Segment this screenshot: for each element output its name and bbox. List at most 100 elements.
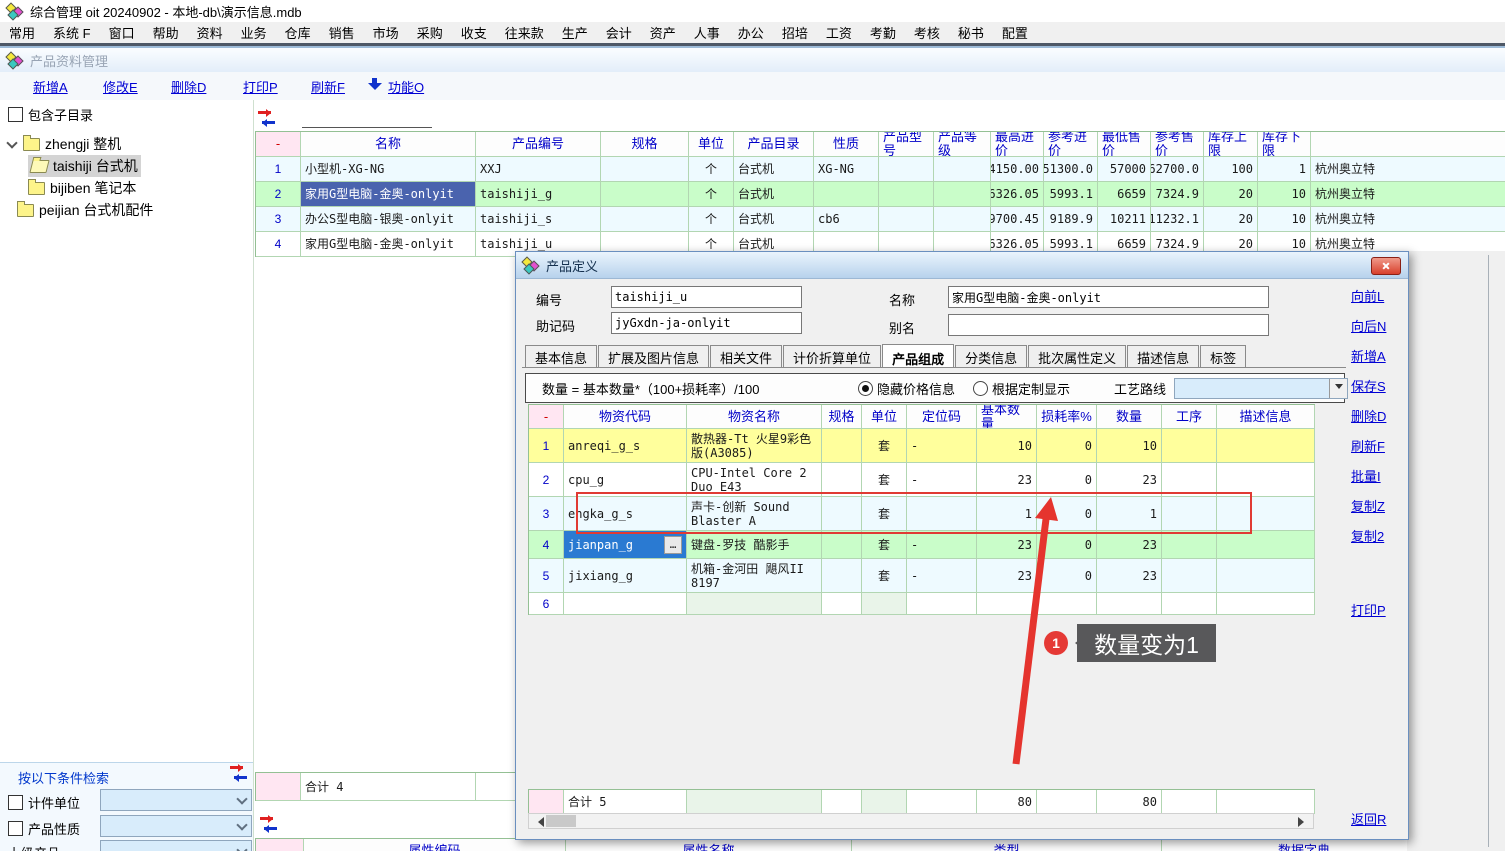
quick-search-input[interactable] bbox=[302, 110, 432, 128]
grid-cell[interactable] bbox=[601, 182, 689, 207]
tree-item-bijiben[interactable]: bijiben 笔记本 bbox=[28, 177, 251, 199]
horizontal-scrollbar[interactable] bbox=[528, 813, 1314, 829]
grid-cell[interactable]: 套 bbox=[862, 463, 907, 497]
dialog-tab[interactable]: 基本信息 bbox=[525, 345, 597, 367]
grid-cell[interactable]: 声卡-创新 Sound Blaster A bbox=[687, 497, 822, 531]
dialog-tab[interactable]: 描述信息 bbox=[1127, 345, 1199, 367]
grid-cell[interactable] bbox=[529, 790, 564, 814]
grid-cell[interactable]: 23 bbox=[977, 463, 1037, 497]
combo-dropdown-button[interactable] bbox=[1329, 379, 1347, 398]
code-field[interactable] bbox=[611, 286, 802, 308]
grid-cell[interactable]: jianpan_g… bbox=[564, 531, 687, 559]
grid-cell[interactable]: 7324.9 bbox=[1151, 182, 1204, 207]
grid-cell[interactable]: 0 bbox=[1037, 463, 1097, 497]
grid-cell[interactable]: 100 bbox=[1204, 157, 1258, 182]
grid-cell[interactable]: 6 bbox=[529, 593, 564, 615]
grid-cell[interactable]: 散热器-Tt 火星9彩色版(A3085) bbox=[687, 429, 822, 463]
grid-cell[interactable] bbox=[1217, 559, 1315, 593]
scrollbar-thumb[interactable] bbox=[546, 815, 576, 827]
grid-cell[interactable]: 机箱-金河田 飓风II 8197 bbox=[687, 559, 822, 593]
grid-cell[interactable]: 4 bbox=[529, 531, 564, 559]
delete-button[interactable]: 删除D bbox=[171, 77, 206, 96]
table-row[interactable]: 2家用G型电脑-金奥-onlyittaishiji_g个台式机6326.0559… bbox=[256, 182, 1505, 207]
grid-cell[interactable]: 杭州奥立特 bbox=[1311, 182, 1505, 207]
grid-cell[interactable]: 0 bbox=[1037, 497, 1097, 531]
filter-unit-dropdown[interactable] bbox=[100, 789, 252, 811]
grid-cell[interactable]: 1 bbox=[256, 157, 301, 182]
grid-cell[interactable] bbox=[1217, 463, 1315, 497]
grid-cell[interactable] bbox=[822, 790, 862, 814]
grid-cell[interactable]: jixiang_g bbox=[564, 559, 687, 593]
grid-cell[interactable] bbox=[822, 593, 862, 615]
grid-cell[interactable]: 10 bbox=[1258, 207, 1311, 232]
table-row[interactable]: 3办公S型电脑-银奥-onlyittaishiji_s个台式机cb69700.4… bbox=[256, 207, 1505, 232]
grid-cell[interactable] bbox=[1037, 790, 1097, 814]
dialog-side-button[interactable]: 新增A bbox=[1351, 346, 1386, 365]
menu-item[interactable]: 考核 bbox=[905, 23, 949, 42]
grid-cell[interactable]: 20 bbox=[1204, 182, 1258, 207]
grid-cell[interactable] bbox=[934, 157, 991, 182]
dialog-tab[interactable]: 相关文件 bbox=[710, 345, 782, 367]
grid-cell[interactable] bbox=[1037, 593, 1097, 615]
grid-cell[interactable]: 80 bbox=[1097, 790, 1162, 814]
new-button[interactable]: 新增A bbox=[33, 77, 68, 96]
menu-item[interactable]: 人事 bbox=[685, 23, 729, 42]
grid-cell[interactable]: - bbox=[907, 429, 977, 463]
grid-cell[interactable]: cb6 bbox=[814, 207, 879, 232]
grid-cell[interactable] bbox=[1217, 429, 1315, 463]
grid-cell[interactable]: 台式机 bbox=[734, 182, 814, 207]
dialog-tab[interactable]: 标签 bbox=[1200, 345, 1246, 367]
menu-item[interactable]: 业务 bbox=[232, 23, 276, 42]
dialog-tab[interactable]: 批次属性定义 bbox=[1028, 345, 1126, 367]
scroll-right-icon[interactable] bbox=[1298, 817, 1309, 827]
grid-cell[interactable] bbox=[1217, 531, 1315, 559]
grid-cell[interactable]: 3 bbox=[256, 207, 301, 232]
dialog-side-button[interactable]: 批量I bbox=[1351, 466, 1381, 485]
grid-cell[interactable]: 5993.1 bbox=[1044, 182, 1098, 207]
swap-columns-icon[interactable] bbox=[258, 111, 275, 125]
dialog-side-button[interactable]: 保存S bbox=[1351, 376, 1386, 395]
grid-cell[interactable] bbox=[934, 182, 991, 207]
grid-cell[interactable]: XG-NG bbox=[814, 157, 879, 182]
grid-cell[interactable]: 合计 4 bbox=[301, 773, 476, 801]
grid-cell[interactable]: 10 bbox=[1097, 429, 1162, 463]
grid-cell[interactable] bbox=[822, 429, 862, 463]
grid-cell[interactable]: 23 bbox=[1097, 463, 1162, 497]
grid-cell[interactable]: 合计 5 bbox=[564, 790, 687, 814]
grid-cell[interactable]: anreqi_g_s bbox=[564, 429, 687, 463]
grid-cell[interactable] bbox=[1162, 463, 1217, 497]
refresh-button[interactable]: 刷新F bbox=[311, 77, 345, 96]
close-icon[interactable] bbox=[1371, 257, 1401, 275]
grid-cell[interactable] bbox=[862, 593, 907, 615]
dialog-titlebar[interactable]: 产品定义 bbox=[516, 252, 1408, 279]
include-subdir-checkbox[interactable] bbox=[8, 107, 23, 122]
table-row[interactable]: 2cpu_gCPU-Intel Core 2 Duo E43套-23023 bbox=[529, 463, 1315, 497]
grid-cell[interactable]: 0 bbox=[1037, 429, 1097, 463]
grid-cell[interactable]: 家用G型电脑-金奥-onlyit bbox=[301, 232, 476, 257]
grid-cell[interactable]: 个 bbox=[689, 182, 734, 207]
grid-cell[interactable] bbox=[1162, 593, 1217, 615]
grid-cell[interactable]: 套 bbox=[862, 531, 907, 559]
grid-cell[interactable]: 9700.45 bbox=[991, 207, 1044, 232]
table-row[interactable]: -名称产品编号规格单位产品目录性质产品型号产品等级最高进价参考进价最低售价参考售… bbox=[256, 132, 1505, 157]
menu-item[interactable]: 帮助 bbox=[144, 23, 188, 42]
menu-item[interactable]: 常用 bbox=[0, 23, 44, 42]
grid-cell[interactable] bbox=[601, 157, 689, 182]
dialog-tab[interactable]: 分类信息 bbox=[955, 345, 1027, 367]
craft-route-combo[interactable] bbox=[1174, 378, 1348, 399]
dialog-tab[interactable]: 产品组成 bbox=[882, 344, 954, 368]
dialog-side-button[interactable]: 刷新F bbox=[1351, 436, 1385, 455]
dialog-side-button[interactable]: 复制2 bbox=[1351, 526, 1384, 545]
grid-cell[interactable]: 小型机-XG-NG bbox=[301, 157, 476, 182]
filter-unit-checkbox[interactable] bbox=[8, 795, 23, 810]
grid-cell[interactable] bbox=[822, 559, 862, 593]
table-row[interactable]: 5jixiang_g机箱-金河田 飓风II 8197套-23023 bbox=[529, 559, 1315, 593]
custom-display-radio[interactable] bbox=[973, 381, 988, 396]
modify-button[interactable]: 修改E bbox=[103, 77, 138, 96]
table-row[interactable]: 1小型机-XG-NGXXJ个台式机XG-NG54150.0051300.0570… bbox=[256, 157, 1505, 182]
menu-item[interactable]: 窗口 bbox=[100, 23, 144, 42]
grid-cell[interactable]: 0 bbox=[1037, 531, 1097, 559]
grid-cell[interactable]: 3 bbox=[529, 497, 564, 531]
grid-cell[interactable] bbox=[822, 531, 862, 559]
table-row[interactable]: 合计 58080 bbox=[529, 790, 1315, 814]
